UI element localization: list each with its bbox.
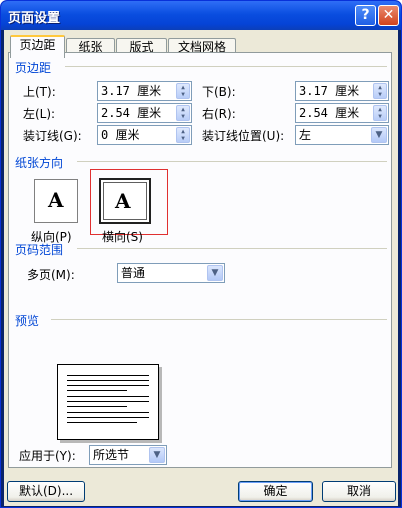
divider bbox=[51, 319, 387, 320]
tab-panel: 页边距 上(T): 3.17 厘米 ▲ ▼ 下(B): 3.17 厘米 ▲ ▼ 左(L)… bbox=[8, 52, 392, 468]
top-margin-label: 上(T): bbox=[23, 85, 56, 99]
chevron-down-icon[interactable]: ▼ bbox=[149, 447, 165, 463]
right-margin-value: 2.54 厘米 bbox=[299, 106, 360, 120]
help-button[interactable]: ? bbox=[355, 5, 376, 26]
title-bar[interactable]: 页面设置 ? ✕ bbox=[1, 1, 401, 30]
divider bbox=[65, 66, 387, 67]
spin-arrows-icon[interactable]: ▲ ▼ bbox=[373, 83, 387, 99]
divider bbox=[77, 248, 387, 249]
spin-arrows-icon[interactable]: ▲ ▼ bbox=[373, 105, 387, 121]
ok-button[interactable]: 确定 bbox=[238, 481, 313, 502]
close-button[interactable]: ✕ bbox=[378, 5, 399, 26]
chevron-down-icon[interactable]: ▼ bbox=[207, 265, 223, 281]
spin-arrows-icon[interactable]: ▲ ▼ bbox=[176, 127, 190, 143]
gutter-position-select[interactable]: 左 ▼ bbox=[295, 125, 389, 145]
window-title: 页面设置 bbox=[8, 11, 61, 26]
right-margin-label: 右(R): bbox=[202, 107, 236, 121]
gutter-position-label: 装订线位置(U): bbox=[202, 129, 285, 143]
bottom-margin-field[interactable]: 3.17 厘米 ▲ ▼ bbox=[295, 81, 389, 101]
orientation-section-title: 纸张方向 bbox=[15, 156, 64, 170]
right-margin-field[interactable]: 2.54 厘米 ▲ ▼ bbox=[295, 103, 389, 123]
portrait-option[interactable]: A bbox=[34, 179, 78, 223]
landscape-label[interactable]: 横向(S) bbox=[102, 228, 143, 245]
left-margin-field[interactable]: 2.54 厘米 ▲ ▼ bbox=[97, 103, 192, 123]
multiple-pages-label: 多页(M): bbox=[27, 268, 75, 282]
bottom-margin-value: 3.17 厘米 bbox=[299, 84, 360, 98]
apply-to-value: 所选节 bbox=[93, 448, 130, 462]
default-button[interactable]: 默认(D)... bbox=[7, 481, 85, 502]
pages-section-title: 页码范围 bbox=[15, 243, 64, 257]
apply-to-label: 应用于(Y): bbox=[19, 449, 76, 463]
margins-section-title: 页边距 bbox=[15, 61, 52, 75]
chevron-down-icon[interactable]: ▼ bbox=[371, 127, 387, 143]
gutter-label: 装订线(G): bbox=[23, 129, 82, 143]
divider bbox=[77, 161, 387, 162]
gutter-value: 0 厘米 bbox=[101, 128, 140, 142]
gutter-field[interactable]: 0 厘米 ▲ ▼ bbox=[97, 125, 192, 145]
top-margin-value: 3.17 厘米 bbox=[101, 84, 162, 98]
page-a-icon: A bbox=[48, 188, 64, 212]
page-preview bbox=[57, 364, 159, 440]
spin-arrows-icon[interactable]: ▲ ▼ bbox=[176, 105, 190, 121]
top-margin-field[interactable]: 3.17 厘米 ▲ ▼ bbox=[97, 81, 192, 101]
page-setup-dialog: 页面设置 ? ✕ 页边距 纸张 版式 文档网格 页边距 上(T): 3.17 厘… bbox=[0, 0, 402, 508]
gutter-position-value: 左 bbox=[299, 128, 312, 142]
page-a-icon: A bbox=[115, 189, 131, 213]
dialog-body: 页边距 纸张 版式 文档网格 页边距 上(T): 3.17 厘米 ▲ ▼ 下(B):… bbox=[4, 30, 398, 506]
preview-section-title: 预览 bbox=[15, 314, 40, 328]
tab-margins[interactable]: 页边距 bbox=[10, 35, 65, 58]
left-margin-label: 左(L): bbox=[23, 107, 56, 121]
landscape-option[interactable]: A bbox=[99, 178, 151, 224]
left-margin-value: 2.54 厘米 bbox=[101, 106, 162, 120]
multiple-pages-select[interactable]: 普通 ▼ bbox=[117, 263, 225, 283]
apply-to-select[interactable]: 所选节 ▼ bbox=[89, 445, 167, 465]
multiple-pages-value: 普通 bbox=[121, 266, 146, 280]
cancel-button[interactable]: 取消 bbox=[322, 481, 396, 502]
spin-arrows-icon[interactable]: ▲ ▼ bbox=[176, 83, 190, 99]
bottom-margin-label: 下(B): bbox=[202, 85, 236, 99]
